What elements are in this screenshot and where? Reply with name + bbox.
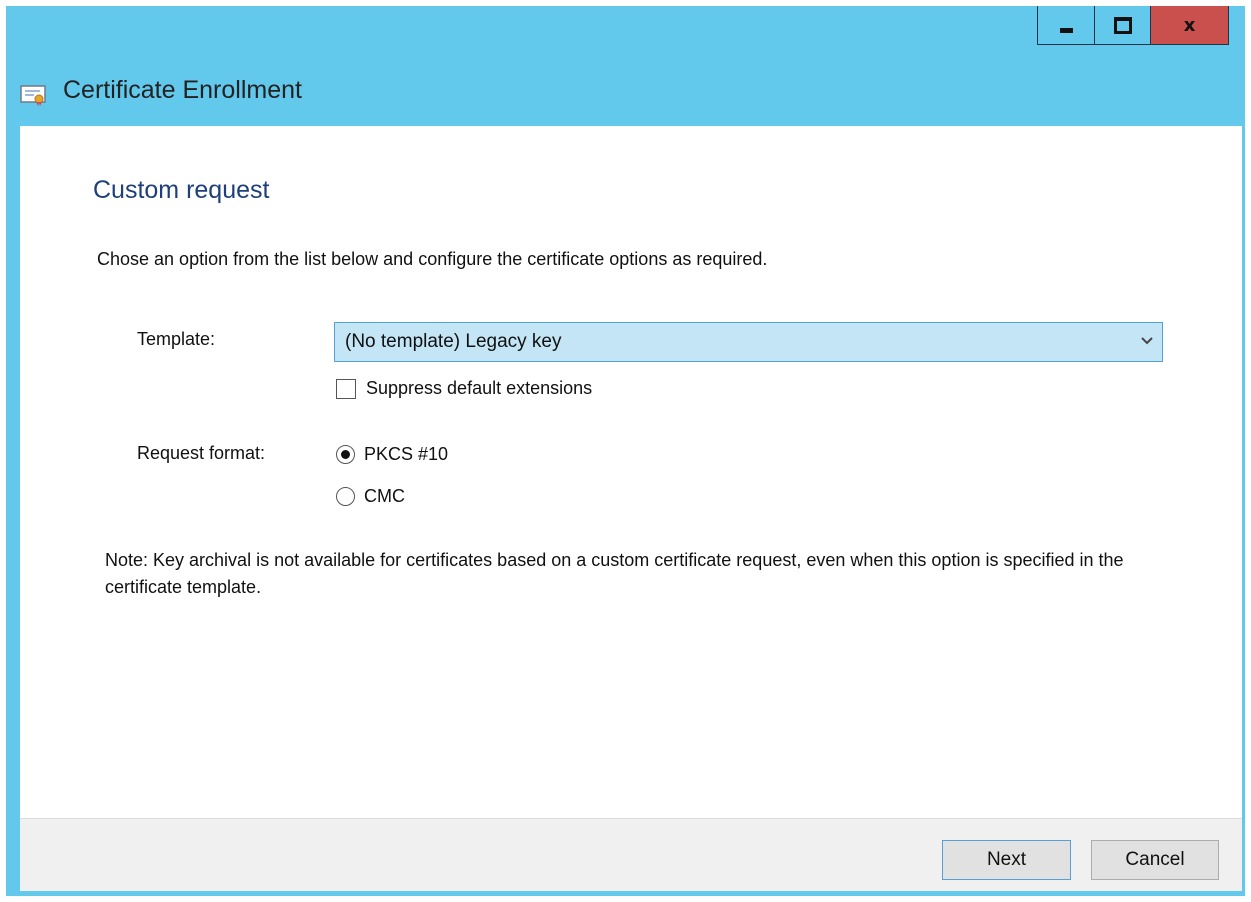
chevron-down-icon bbox=[1132, 333, 1162, 351]
radio-option-cmc[interactable]: CMC bbox=[336, 486, 405, 507]
close-icon: x bbox=[1183, 14, 1196, 36]
template-label: Template: bbox=[137, 329, 216, 349]
window-controls: x bbox=[1037, 6, 1229, 45]
next-button[interactable]: Next bbox=[942, 840, 1071, 880]
instructions-text: Chose an option from the list below and … bbox=[97, 249, 768, 269]
minimize-button[interactable] bbox=[1038, 6, 1094, 44]
page-title: Custom request bbox=[93, 176, 270, 204]
suppress-extensions-label: Suppress default extensions bbox=[366, 378, 593, 398]
cancel-button[interactable]: Cancel bbox=[1091, 840, 1219, 880]
cmc-label: CMC bbox=[364, 486, 405, 506]
pkcs10-radio[interactable] bbox=[336, 445, 355, 464]
request-format-label: Request format: bbox=[137, 443, 266, 463]
note-text: Note: Key archival is not available for … bbox=[105, 550, 1124, 597]
content-panel: Custom request Chose an option from the … bbox=[20, 126, 1242, 818]
template-selected-value: (No template) Legacy key bbox=[345, 331, 562, 352]
template-dropdown[interactable]: (No template) Legacy key bbox=[334, 322, 1163, 362]
certificate-icon bbox=[20, 85, 46, 106]
maximize-icon bbox=[1113, 16, 1132, 34]
radio-selected-dot bbox=[341, 450, 350, 459]
maximize-button[interactable] bbox=[1094, 6, 1150, 44]
close-button[interactable]: x bbox=[1150, 6, 1228, 44]
cmc-radio[interactable] bbox=[336, 487, 355, 506]
title-bar[interactable]: x Certificate Enrollment bbox=[6, 6, 1245, 126]
window-title: Certificate Enrollment bbox=[63, 76, 302, 104]
minimize-icon bbox=[1059, 27, 1073, 33]
suppress-extensions-checkbox[interactable] bbox=[336, 378, 356, 399]
radio-option-pkcs10[interactable]: PKCS #10 bbox=[336, 444, 448, 465]
window: x Certificate Enrollment Custom request … bbox=[6, 6, 1245, 896]
pkcs10-label: PKCS #10 bbox=[364, 444, 449, 464]
button-bar: Next Cancel bbox=[20, 818, 1242, 891]
suppress-extensions-option[interactable]: Suppress default extensions bbox=[336, 378, 592, 399]
